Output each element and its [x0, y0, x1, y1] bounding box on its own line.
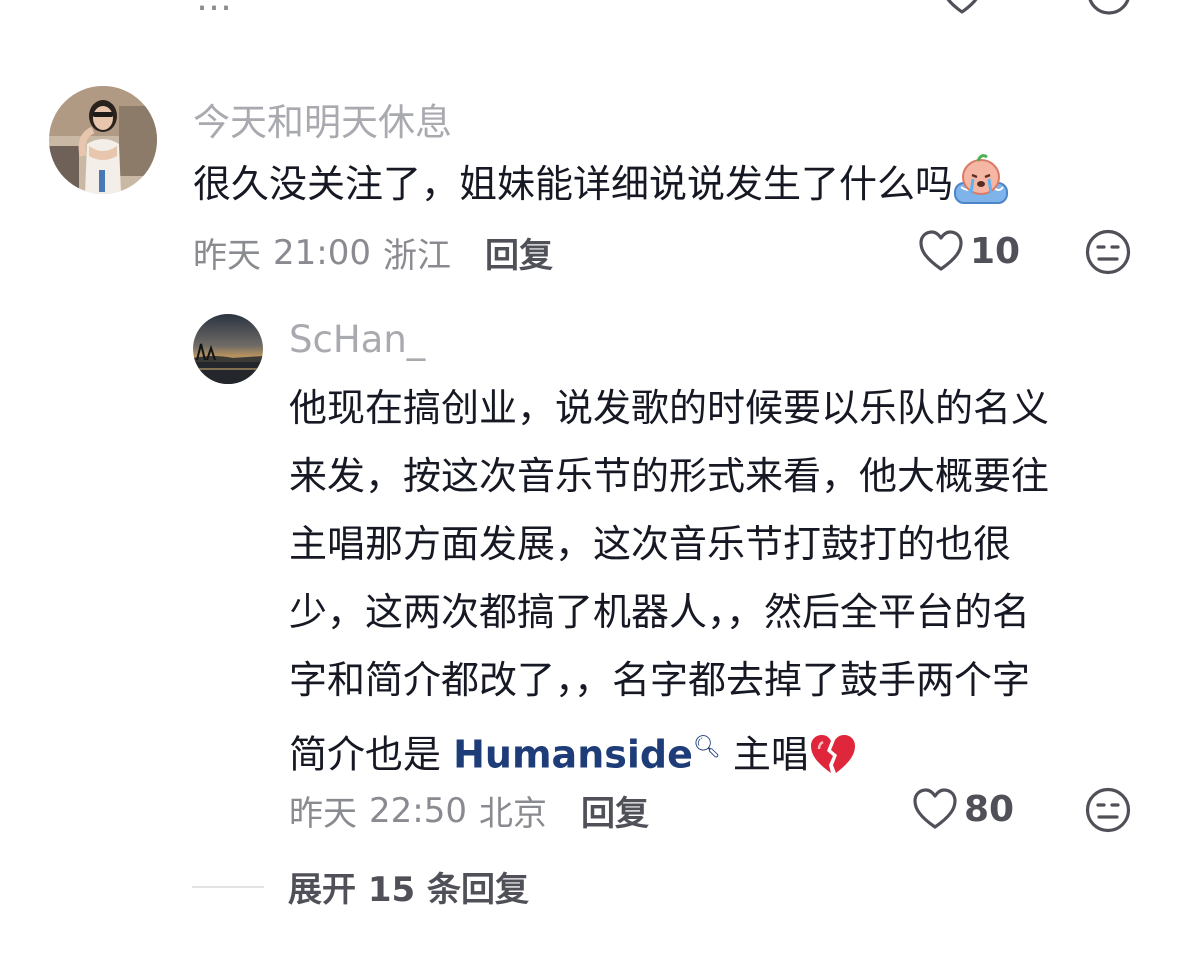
comment-like-count: 10: [970, 230, 1021, 272]
reply-line-5: 字和简介都改了，，名字都去掉了鼓手两个字: [289, 658, 1031, 702]
previous-comment-meta-text: …: [196, 0, 234, 19]
dislike-face-icon[interactable]: [1086, 0, 1132, 20]
comment-like-button[interactable]: 10: [918, 230, 1020, 272]
comment-reply-button[interactable]: 回复: [485, 228, 553, 277]
commenter-username[interactable]: 今天和明天休息: [193, 92, 452, 146]
reply-reply-button[interactable]: 回复: [581, 786, 649, 835]
comment-body: 很久没关注了，姐妹能详细说说发生了什么吗: [193, 162, 954, 206]
crying-face-emoji-icon: [953, 153, 1009, 226]
comment-dislike-button[interactable]: [1084, 228, 1132, 280]
comment-time: 21:00: [273, 232, 371, 273]
reply-line-3: 主唱那方面发展，这次音乐节打鼓打的也很: [289, 522, 1012, 566]
reply-avatar[interactable]: [193, 314, 263, 384]
reply-meta: 昨天 22:50 北京 回复: [289, 786, 649, 835]
reply-line-4: 少，这两次都搞了机器人，，然后全平台的名: [289, 590, 1031, 634]
heart-icon: [913, 788, 957, 829]
reply-time: 22:50: [369, 790, 467, 831]
reply-date: 昨天: [289, 794, 357, 834]
search-icon[interactable]: 🔍︎: [693, 735, 721, 760]
comment-text: 很久没关注了，姐妹能详细说说发生了什么吗: [193, 150, 1113, 226]
reply-line-6-suffix: 主唱: [720, 732, 809, 777]
commenter-avatar[interactable]: [49, 86, 157, 194]
expand-divider: [192, 885, 264, 888]
reply-location: 北京: [478, 794, 547, 834]
reply-username[interactable]: ScHan_: [289, 318, 425, 361]
heart-icon[interactable]: [942, 0, 982, 18]
previous-comment-meta-row: …: [0, 0, 1179, 19]
unamused-face-icon: [1085, 229, 1131, 275]
reply-line-2: 来发，按这次音乐节的形式来看，他大概要往: [289, 454, 1050, 498]
heart-icon: [919, 230, 963, 271]
reply-like-button[interactable]: 80: [912, 788, 1014, 830]
comment-date: 昨天: [193, 236, 261, 276]
expand-replies-label: 展开 15 条回复: [288, 870, 529, 910]
reply-dislike-button[interactable]: [1084, 786, 1132, 838]
unamused-face-icon: [1085, 787, 1131, 833]
broken-heart-emoji-icon: [809, 729, 857, 797]
reply-line-1: 他现在搞创业，说发歌的时候要以乐队的名义: [289, 386, 1050, 430]
comment-meta: 昨天 21:00 浙江 回复: [193, 228, 553, 277]
humanside-mention-link[interactable]: Humanside: [453, 733, 693, 777]
reply-line-6-prefix: 简介也是: [289, 732, 454, 777]
expand-replies-button[interactable]: 展开 15 条回复: [192, 862, 529, 911]
reply-like-count: 80: [964, 788, 1015, 830]
comment-location: 浙江: [382, 236, 451, 276]
reply-line-6: 简介也是 Humanside🔍︎ 主唱: [289, 714, 1149, 797]
reply-text: 他现在搞创业，说发歌的时候要以乐队的名义 来发，按这次音乐节的形式来看，他大概要…: [289, 374, 1149, 797]
